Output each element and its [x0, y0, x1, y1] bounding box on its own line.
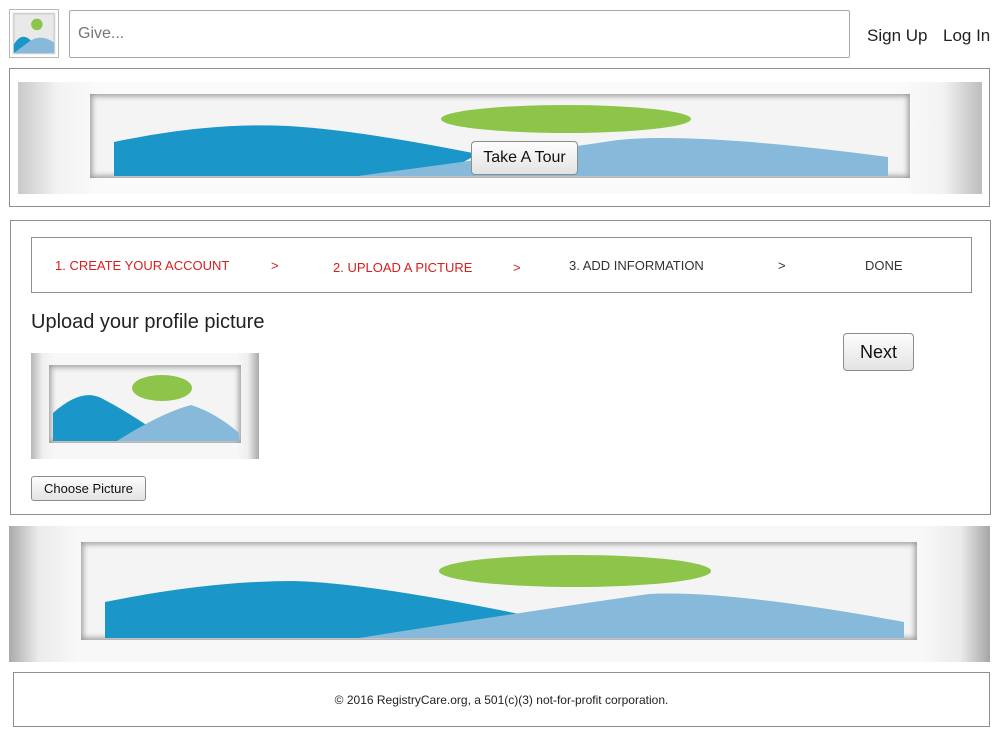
page-title: Upload your profile picture: [31, 311, 265, 333]
login-link[interactable]: Log In: [943, 26, 990, 46]
image-placeholder-icon: [53, 375, 239, 441]
search-input[interactable]: [69, 10, 850, 58]
image-placeholder-icon: [11, 11, 57, 56]
image-placeholder-icon: [105, 555, 904, 638]
site-logo[interactable]: [9, 9, 59, 58]
take-tour-button[interactable]: Take A Tour: [471, 141, 578, 175]
image-placeholder-icon: [114, 105, 888, 176]
wizard-steps: 1. CREATE YOUR ACCOUNT > 2. UPLOAD A PIC…: [31, 237, 972, 293]
choose-picture-button[interactable]: Choose Picture: [31, 476, 146, 501]
banner-image: [9, 526, 990, 662]
step-done: DONE: [865, 258, 903, 273]
step-add-information: 3. ADD INFORMATION: [569, 258, 704, 273]
step-separator: >: [513, 260, 521, 275]
step-create-account: 1. CREATE YOUR ACCOUNT: [55, 258, 230, 273]
hero-image: [18, 82, 982, 194]
next-button[interactable]: Next: [843, 333, 914, 371]
footer: © 2016 RegistryCare.org, a 501(c)(3) not…: [13, 672, 990, 727]
step-upload-picture: 2. UPLOAD A PICTURE: [333, 260, 473, 275]
step-separator: >: [778, 258, 786, 273]
hero-section: Take A Tour: [9, 68, 990, 207]
wizard-panel: 1. CREATE YOUR ACCOUNT > 2. UPLOAD A PIC…: [10, 220, 991, 515]
profile-picture-preview: [31, 353, 259, 459]
copyright-text: © 2016 RegistryCare.org, a 501(c)(3) not…: [334, 692, 669, 707]
step-separator: >: [271, 258, 279, 273]
signup-link[interactable]: Sign Up: [867, 26, 927, 46]
